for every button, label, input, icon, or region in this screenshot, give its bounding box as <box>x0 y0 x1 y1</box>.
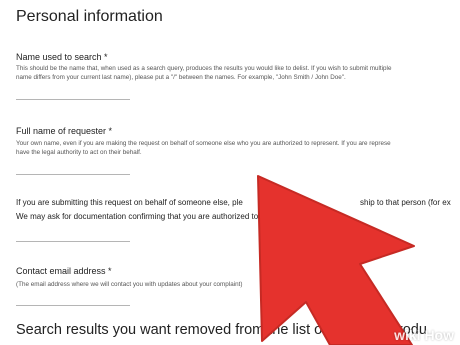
arrow-head-shape <box>257 175 415 345</box>
watermark-logo-icon: wiki How <box>394 327 454 343</box>
red-pointer-arrow-icon <box>257 175 415 345</box>
